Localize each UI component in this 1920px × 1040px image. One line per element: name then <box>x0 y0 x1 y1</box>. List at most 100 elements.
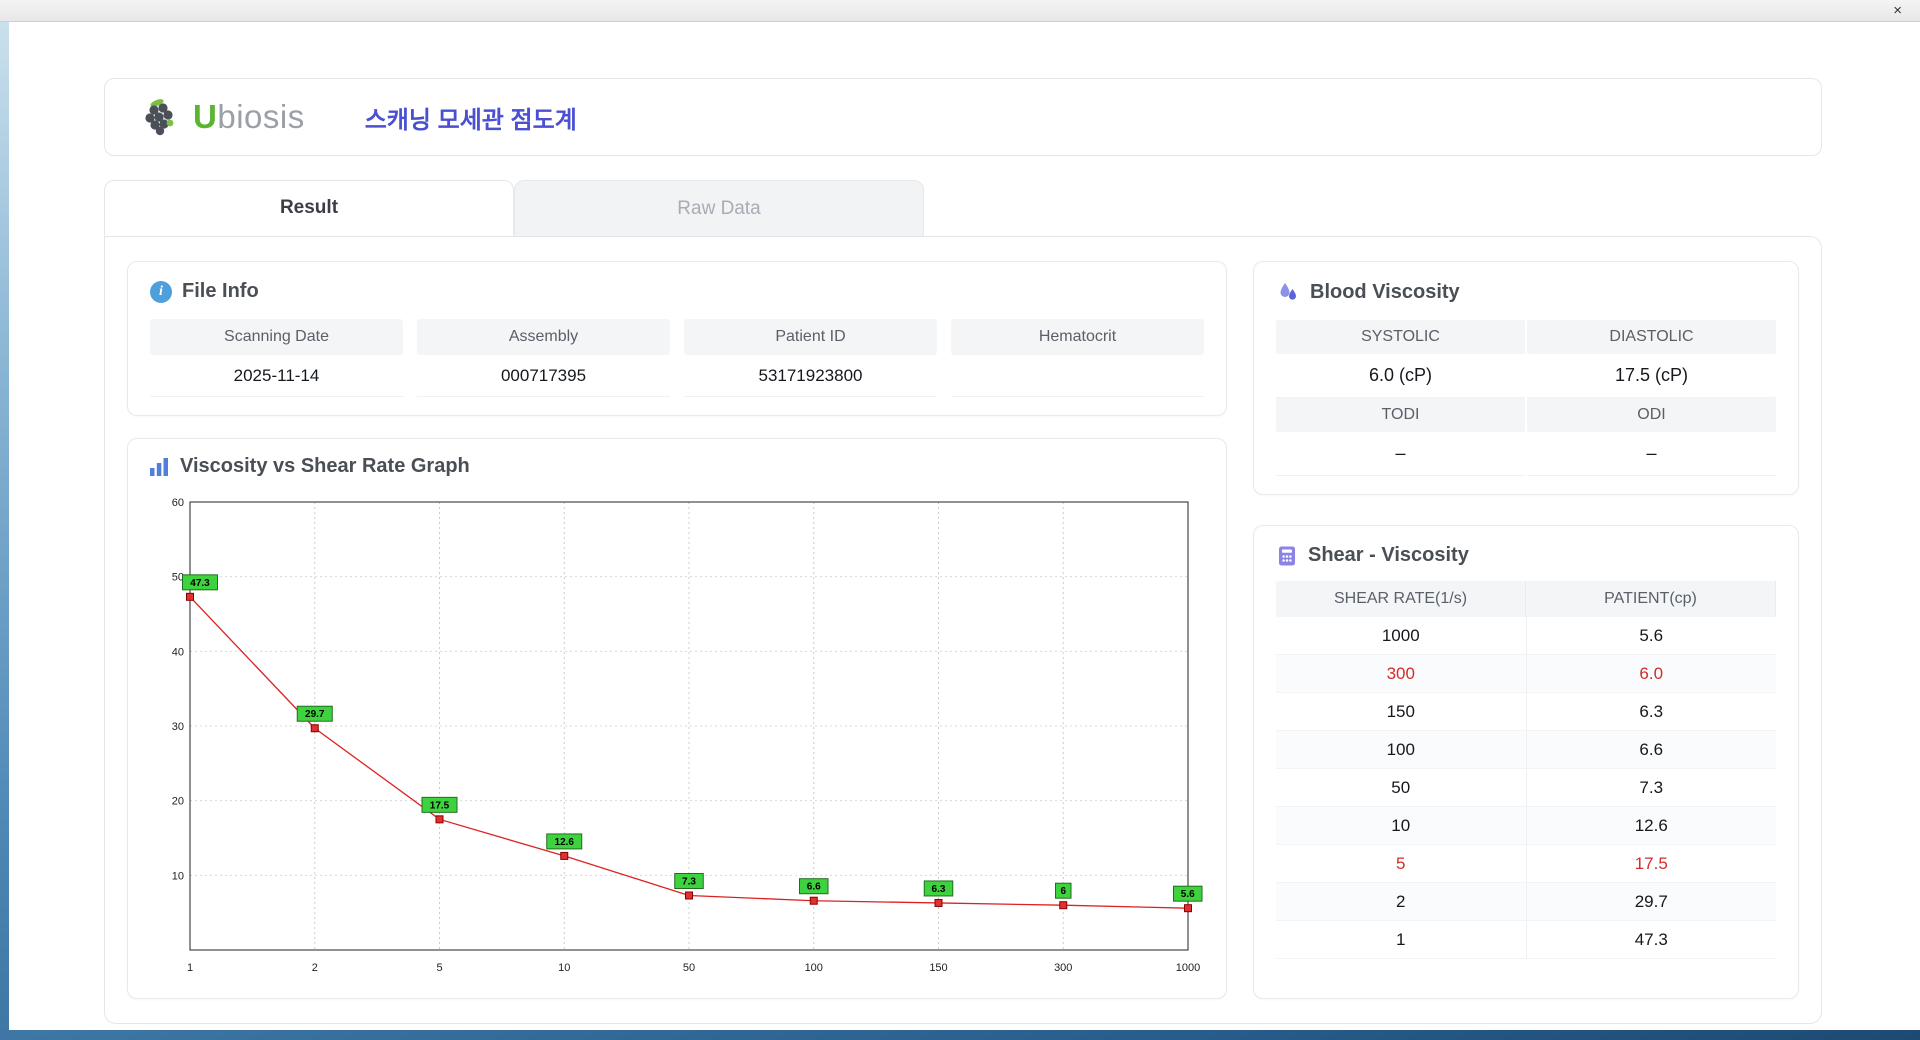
svg-text:12.6: 12.6 <box>555 837 575 848</box>
sv-shear-cell: 10 <box>1276 807 1527 844</box>
info-icon: i <box>150 280 172 303</box>
field-value: 2025-11-14 <box>150 355 403 397</box>
tab-result[interactable]: Result <box>104 180 514 236</box>
sv-column-header: PATIENT(cp) <box>1526 581 1776 617</box>
grapes-logo-icon <box>145 99 174 136</box>
svg-text:6: 6 <box>1060 886 1066 897</box>
bv-header-cell: TODI <box>1276 398 1525 432</box>
bv-header-cell: SYSTOLIC <box>1276 320 1525 354</box>
bar-chart-icon <box>150 457 168 476</box>
bv-value-cell: 6.0 (cP) <box>1276 354 1525 398</box>
bv-value-row: 6.0 (cP) 17.5 (cP) <box>1276 354 1776 398</box>
sv-shear-cell: 5 <box>1276 845 1527 882</box>
svg-text:1000: 1000 <box>1176 962 1200 974</box>
svg-text:5: 5 <box>436 962 442 974</box>
close-icon[interactable]: × <box>1889 3 1906 18</box>
sv-patient-cell: 5.6 <box>1639 625 1664 645</box>
table-row: 2 29.7 <box>1276 883 1776 921</box>
field-value: 53171923800 <box>684 355 937 397</box>
blood-viscosity-card: Blood Viscosity SYSTOLIC DIASTOLIC 6.0 (cP… <box>1253 261 1799 495</box>
window-titlebar: × <box>0 0 1920 22</box>
sv-shear-cell: 2 <box>1276 883 1527 920</box>
graph-card: Viscosity vs Shear Rate Graph 10 20 30 40 50… <box>127 438 1227 999</box>
svg-text:29.7: 29.7 <box>305 709 325 720</box>
sv-patient-cell: 6.3 <box>1639 701 1664 721</box>
bv-value-cell: – <box>1527 432 1776 476</box>
table-header-row: SHEAR RATE(1/s) PATIENT(cp) <box>1276 581 1776 617</box>
svg-text:100: 100 <box>805 962 823 974</box>
svg-text:6.3: 6.3 <box>932 884 946 895</box>
sv-shear-cell: 300 <box>1276 655 1527 692</box>
file-info-field: Scanning Date 2025-11-14 <box>150 319 403 397</box>
file-info-card: i File Info Scanning Date 2025-11-14 Assem… <box>127 261 1227 416</box>
bv-value-cell: – <box>1276 432 1525 476</box>
svg-text:6.6: 6.6 <box>807 882 821 893</box>
sv-patient-cell: 6.6 <box>1639 739 1664 759</box>
sv-shear-cell: 1000 <box>1276 617 1527 654</box>
field-label: Scanning Date <box>150 319 403 355</box>
brand-logo: Ubiosis <box>143 97 305 137</box>
svg-text:150: 150 <box>929 962 947 974</box>
svg-text:7.3: 7.3 <box>682 876 696 887</box>
sv-shear-cell: 150 <box>1276 693 1527 730</box>
sv-patient-cell: 6.0 <box>1639 663 1664 683</box>
table-row: 1 47.3 <box>1276 921 1776 959</box>
svg-text:47.3: 47.3 <box>190 578 210 589</box>
viscosity-chart: 1020304050601 2 5 10 50 100 150 300 100047.329.7… <box>172 497 1203 974</box>
svg-text:20: 20 <box>172 796 184 808</box>
water-drop-icon <box>1280 283 1296 300</box>
sv-patient-cell: 17.5 <box>1634 853 1668 873</box>
file-info-title: File Info <box>182 280 259 302</box>
field-value: 000717395 <box>417 355 670 397</box>
sv-shear-cell: 1 <box>1276 921 1527 958</box>
field-value <box>951 355 1204 397</box>
svg-text:1: 1 <box>187 962 193 974</box>
svg-text:10: 10 <box>558 962 570 974</box>
bv-header-cell: ODI <box>1527 398 1776 432</box>
file-info-field: Patient ID 53171923800 <box>684 319 937 397</box>
shear-viscosity-title: Shear - Viscosity <box>1308 544 1469 566</box>
sv-patient-cell: 29.7 <box>1634 891 1668 911</box>
table-row: 1000 5.6 <box>1276 617 1776 655</box>
tab-bar: Result Raw Data <box>104 180 1822 236</box>
svg-text:5.6: 5.6 <box>1181 889 1195 900</box>
sv-patient-cell: 7.3 <box>1639 777 1664 797</box>
blood-viscosity-title: Blood Viscosity <box>1310 280 1460 303</box>
svg-text:17.5: 17.5 <box>430 800 450 811</box>
page-title: 스캐닝 모세관 점도계 <box>364 106 577 134</box>
shear-viscosity-table: SHEAR RATE(1/s) PATIENT(cp) 1000 5.6 300 6.0 1… <box>1276 581 1776 959</box>
bv-header-row: TODI ODI <box>1276 398 1776 432</box>
table-row: 300 6.0 <box>1276 655 1776 693</box>
field-label: Hematocrit <box>951 319 1204 355</box>
table-row: 10 12.6 <box>1276 807 1776 845</box>
file-info-field: Assembly 000717395 <box>417 319 670 397</box>
file-info-fields: Scanning Date 2025-11-14 Assembly 000717395… <box>150 319 1204 397</box>
sv-patient-cell: 12.6 <box>1634 815 1668 835</box>
bv-header-row: SYSTOLIC DIASTOLIC <box>1276 320 1776 354</box>
table-row: 50 7.3 <box>1276 769 1776 807</box>
tab-content-panel: i File Info Scanning Date 2025-11-14 Assem… <box>104 236 1822 1024</box>
app-header: Ubiosis 스캐닝 모세관 점도계 <box>104 78 1822 156</box>
svg-text:30: 30 <box>172 721 184 733</box>
svg-text:10: 10 <box>172 870 184 882</box>
app-window: Ubiosis 스캐닝 모세관 점도계 Result Raw Data i Fi… <box>9 22 1920 1030</box>
field-label: Patient ID <box>684 319 937 355</box>
field-label: Assembly <box>417 319 670 355</box>
svg-text:40: 40 <box>172 646 184 658</box>
svg-text:2: 2 <box>312 962 318 974</box>
sv-shear-cell: 50 <box>1276 769 1527 806</box>
file-info-field: Hematocrit <box>951 319 1204 397</box>
svg-text:50: 50 <box>683 962 695 974</box>
blood-viscosity-grid: SYSTOLIC DIASTOLIC 6.0 (cP) 17.5 (cP) TODI OD… <box>1276 320 1776 476</box>
sv-shear-cell: 100 <box>1276 731 1527 768</box>
svg-text:60: 60 <box>172 497 184 509</box>
shear-viscosity-card: Shear - Viscosity SHEAR RATE(1/s) PATIENT… <box>1253 525 1799 999</box>
calculator-icon <box>1279 546 1295 565</box>
tab-raw-data[interactable]: Raw Data <box>514 180 924 236</box>
bv-value-row: – – <box>1276 432 1776 476</box>
svg-text:300: 300 <box>1054 962 1072 974</box>
table-row: 150 6.3 <box>1276 693 1776 731</box>
table-row: 100 6.6 <box>1276 731 1776 769</box>
bv-header-cell: DIASTOLIC <box>1527 320 1776 354</box>
sv-patient-cell: 47.3 <box>1634 929 1668 949</box>
